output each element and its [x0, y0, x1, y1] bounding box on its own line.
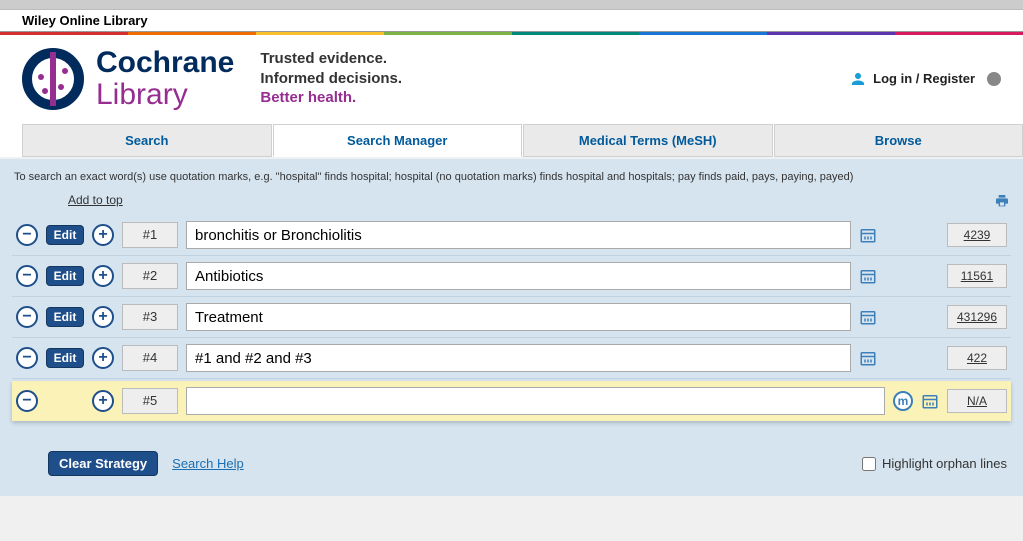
- add-to-top-link[interactable]: Add to top: [68, 193, 123, 209]
- brand-line1: Cochrane: [96, 47, 234, 79]
- result-count[interactable]: 4239: [947, 223, 1007, 247]
- limits-icon[interactable]: [859, 226, 877, 244]
- query-input[interactable]: [186, 387, 885, 415]
- tagline-line1: Trusted evidence.: [260, 49, 402, 69]
- login-register-label: Log in / Register: [873, 71, 975, 86]
- limits-icon[interactable]: [859, 308, 877, 326]
- settings-gear-icon[interactable]: [987, 72, 1001, 86]
- search-row: −Edit + #2 11561: [12, 256, 1011, 297]
- result-count[interactable]: 11561: [947, 264, 1007, 288]
- result-count[interactable]: 422: [947, 346, 1007, 370]
- add-row-button[interactable]: +: [92, 306, 114, 328]
- add-row-button[interactable]: +: [92, 347, 114, 369]
- result-count[interactable]: N/A: [947, 389, 1007, 413]
- edit-row-button[interactable]: Edit: [46, 348, 85, 368]
- row-number-label: #5: [122, 388, 178, 414]
- tagline-line2: Informed decisions.: [260, 69, 402, 89]
- cochrane-logo-icon: [22, 48, 84, 110]
- search-hint-text: To search an exact word(s) use quotation…: [12, 167, 1011, 193]
- tab-mesh[interactable]: Medical Terms (MeSH): [523, 124, 773, 157]
- remove-row-button[interactable]: −: [16, 224, 38, 246]
- mesh-lookup-button[interactable]: m: [893, 391, 913, 411]
- row-number-label: #1: [122, 222, 178, 248]
- add-row-button[interactable]: +: [92, 390, 114, 412]
- brand-text: Cochrane Library: [96, 47, 234, 110]
- row-number-label: #4: [122, 345, 178, 371]
- add-row-button[interactable]: +: [92, 265, 114, 287]
- tab-browse[interactable]: Browse: [774, 124, 1023, 157]
- tagline: Trusted evidence. Informed decisions. Be…: [260, 49, 402, 108]
- add-row-button[interactable]: +: [92, 224, 114, 246]
- clear-strategy-button[interactable]: Clear Strategy: [48, 451, 158, 476]
- highlight-orphan-checkbox[interactable]: [862, 457, 876, 471]
- remove-row-button[interactable]: −: [16, 265, 38, 287]
- search-row: −Edit + #3 431296: [12, 297, 1011, 338]
- wiley-online-library-label: Wiley Online Library: [0, 10, 1023, 32]
- query-input[interactable]: [186, 221, 851, 249]
- header: Cochrane Library Trusted evidence. Infor…: [0, 35, 1023, 124]
- result-count[interactable]: 431296: [947, 305, 1007, 329]
- row-number-label: #3: [122, 304, 178, 330]
- edit-row-button[interactable]: Edit: [46, 225, 85, 245]
- query-input[interactable]: [186, 262, 851, 290]
- brand-line2: Library: [96, 79, 234, 111]
- tab-search-manager[interactable]: Search Manager: [273, 124, 523, 157]
- main-tabs: Search Search Manager Medical Terms (MeS…: [22, 124, 1023, 157]
- edit-row-button[interactable]: Edit: [46, 266, 85, 286]
- query-input[interactable]: [186, 303, 851, 331]
- login-register-link[interactable]: Log in / Register: [849, 70, 1001, 88]
- tab-search[interactable]: Search: [22, 124, 272, 157]
- print-icon[interactable]: [993, 193, 1011, 209]
- remove-row-button[interactable]: −: [16, 347, 38, 369]
- remove-row-button[interactable]: −: [16, 390, 38, 412]
- search-help-link[interactable]: Search Help: [172, 456, 244, 471]
- highlight-orphan-label: Highlight orphan lines: [882, 456, 1007, 471]
- row-number-label: #2: [122, 263, 178, 289]
- user-icon: [849, 70, 867, 88]
- query-input[interactable]: [186, 344, 851, 372]
- tagline-line3: Better health.: [260, 88, 402, 108]
- edit-row-button[interactable]: Edit: [46, 307, 85, 327]
- search-row: −Edit + #4 422: [12, 338, 1011, 379]
- remove-row-button[interactable]: −: [16, 306, 38, 328]
- highlight-orphan-lines-toggle[interactable]: Highlight orphan lines: [862, 456, 1007, 471]
- search-manager-panel: To search an exact word(s) use quotation…: [0, 159, 1023, 496]
- search-row: −Edit + #1 4239: [12, 215, 1011, 256]
- limits-icon[interactable]: [921, 392, 939, 410]
- limits-icon[interactable]: [859, 267, 877, 285]
- limits-icon[interactable]: [859, 349, 877, 367]
- search-row: − + #5 m N/A: [12, 381, 1011, 421]
